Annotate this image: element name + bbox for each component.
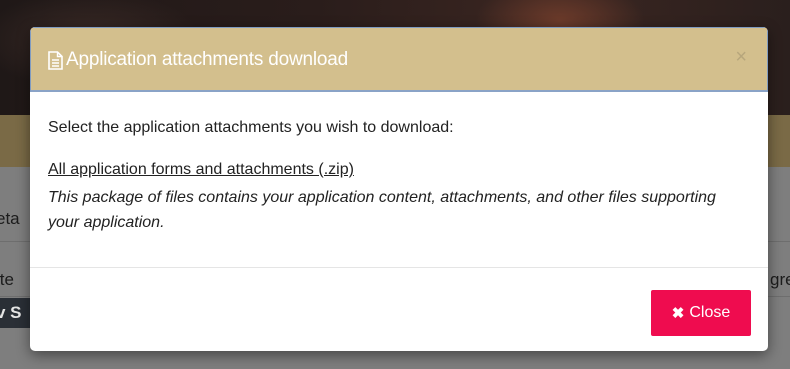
close-button-label: Close xyxy=(689,304,731,321)
attachments-download-modal: Application attachments download × Selec… xyxy=(30,27,768,351)
close-icon: ✖ xyxy=(671,305,685,322)
background-text-fragment: gre xyxy=(770,270,790,289)
modal-header: Application attachments download × xyxy=(30,27,768,92)
document-icon xyxy=(48,51,63,70)
download-package-description: This package of files contains your appl… xyxy=(48,189,716,231)
modal-close-icon[interactable]: × xyxy=(735,47,747,67)
modal-body: Select the application attachments you w… xyxy=(30,92,768,268)
background-text-fragment: v S xyxy=(0,303,22,322)
download-all-attachments-link[interactable]: All application forms and attachments (.… xyxy=(48,161,354,179)
background-text-fragment: eta xyxy=(0,209,20,228)
modal-intro-text: Select the application attachments you w… xyxy=(48,119,454,136)
modal-title: Application attachments download xyxy=(66,49,348,70)
close-button[interactable]: ✖ Close xyxy=(651,290,751,336)
background-text-fragment: ite xyxy=(0,270,14,289)
